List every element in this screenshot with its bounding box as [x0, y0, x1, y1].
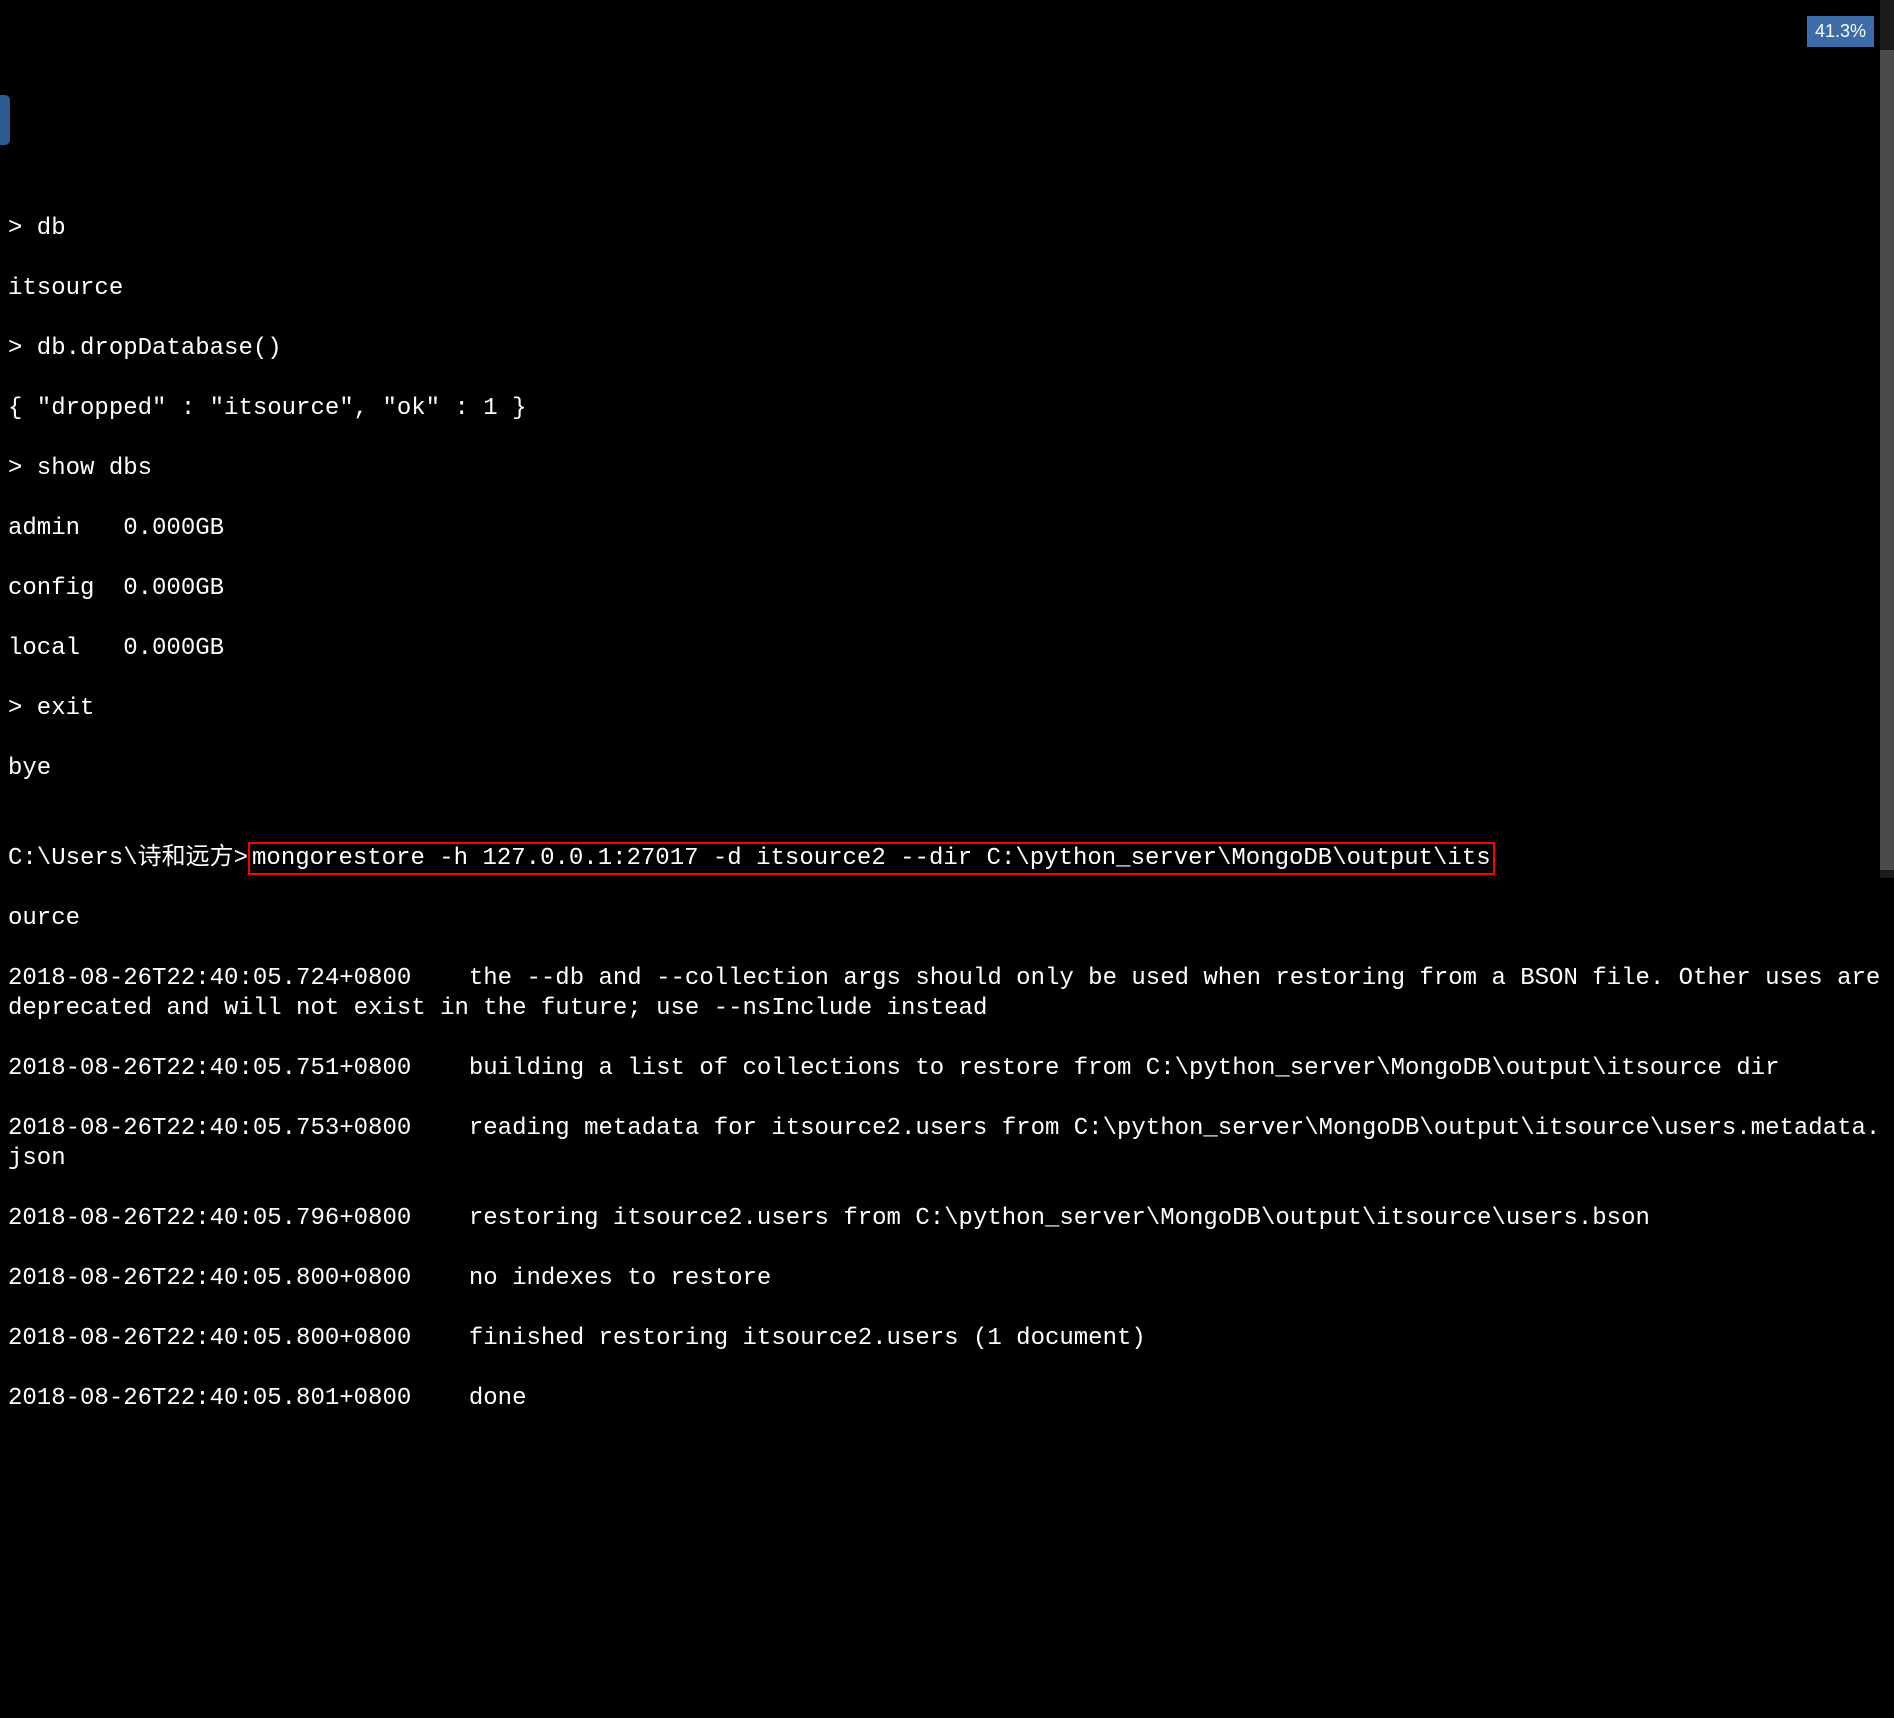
terminal-command-line: C:\Users\诗和远方>mongorestore -h 127.0.0.1:…: [8, 844, 1886, 874]
terminal-line: config 0.000GB: [8, 574, 1886, 604]
terminal-line: > exit: [8, 694, 1886, 724]
zoom-level-badge: 41.3%: [1807, 16, 1874, 47]
terminal-line: ource: [8, 904, 1886, 934]
terminal-line: 2018-08-26T22:40:05.800+0800 finished re…: [8, 1324, 1886, 1354]
scrollbar-thumb[interactable]: [1880, 50, 1894, 870]
terminal-output[interactable]: > db itsource > db.dropDatabase() { "dro…: [0, 180, 1894, 1448]
terminal-line: 2018-08-26T22:40:05.800+0800 no indexes …: [8, 1264, 1886, 1294]
terminal-line: local 0.000GB: [8, 634, 1886, 664]
terminal-line: itsource: [8, 274, 1886, 304]
terminal-line: bye: [8, 754, 1886, 784]
terminal-line: > db.dropDatabase(): [8, 334, 1886, 364]
highlighted-command: mongorestore -h 127.0.0.1:27017 -d itsou…: [248, 842, 1495, 875]
terminal-line: 2018-08-26T22:40:05.753+0800 reading met…: [8, 1114, 1886, 1174]
terminal-line: admin 0.000GB: [8, 514, 1886, 544]
left-edge-decoration: [0, 95, 10, 145]
terminal-line: 2018-08-26T22:40:05.796+0800 restoring i…: [8, 1204, 1886, 1234]
terminal-line: 2018-08-26T22:40:05.724+0800 the --db an…: [8, 964, 1886, 1024]
terminal-line: > show dbs: [8, 454, 1886, 484]
terminal-line: > db: [8, 214, 1886, 244]
prompt-prefix: C:\Users\诗和远方>: [8, 845, 248, 872]
terminal-line: 2018-08-26T22:40:05.801+0800 done: [8, 1384, 1886, 1414]
vertical-scrollbar[interactable]: [1880, 0, 1894, 878]
terminal-line: 2018-08-26T22:40:05.751+0800 building a …: [8, 1054, 1886, 1084]
terminal-line: { "dropped" : "itsource", "ok" : 1 }: [8, 394, 1886, 424]
